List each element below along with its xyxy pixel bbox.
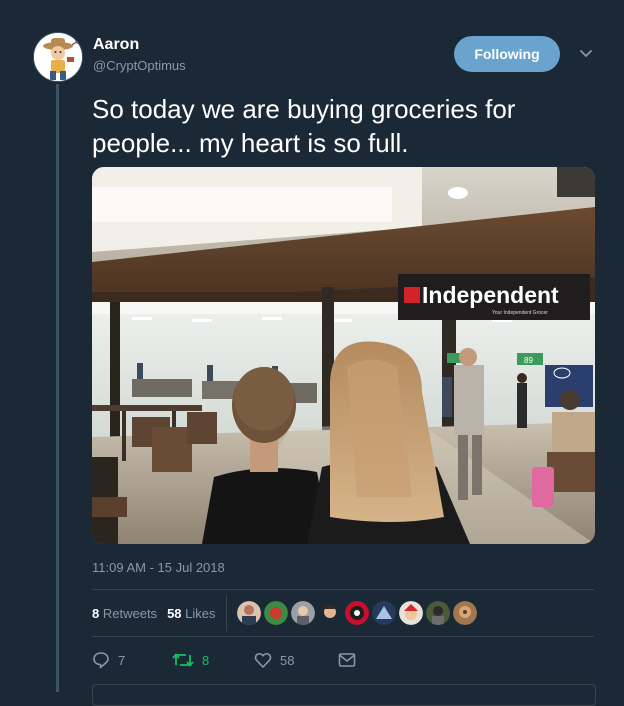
grocery-store-photo: 89 Independent Your Independent Grocer bbox=[92, 167, 595, 544]
tweet-actions: 7 8 58 bbox=[92, 648, 356, 672]
avatar[interactable] bbox=[33, 32, 83, 82]
retweets-count: 8 bbox=[92, 605, 100, 621]
thread-line bbox=[56, 84, 59, 692]
author-name[interactable]: Aaron bbox=[93, 36, 139, 54]
liker-avatar-5[interactable] bbox=[344, 601, 369, 625]
lane-sign-text: 89 bbox=[524, 356, 533, 365]
liker-avatar-2[interactable] bbox=[263, 601, 288, 625]
retweet-count: 8 bbox=[202, 652, 210, 668]
engagement-stats: 8 Retweets 58 Likes bbox=[92, 590, 594, 636]
heart-icon bbox=[254, 652, 272, 668]
retweet-icon bbox=[172, 653, 194, 667]
liker-avatars bbox=[236, 601, 480, 625]
author-handle[interactable]: @CryptOptimus bbox=[93, 58, 186, 73]
reply-count: 7 bbox=[118, 652, 126, 668]
direct-message-action[interactable] bbox=[338, 652, 356, 668]
retweets-stat[interactable]: 8 Retweets bbox=[92, 606, 157, 621]
liker-avatar-9[interactable] bbox=[452, 601, 477, 625]
avatar-cowboy-icon bbox=[34, 33, 82, 81]
liker-avatar-1[interactable] bbox=[236, 601, 261, 625]
reply-input-box[interactable] bbox=[92, 684, 596, 706]
tweet-text: So today we are buying groceries for peo… bbox=[92, 94, 516, 158]
retweets-label: Retweets bbox=[102, 605, 158, 621]
tweet-photo[interactable]: 89 Independent Your Independent Grocer bbox=[92, 167, 595, 544]
divider-bottom bbox=[92, 636, 594, 637]
liker-avatar-8[interactable] bbox=[425, 601, 450, 625]
store-sign-text: Independent bbox=[422, 282, 559, 308]
reply-action[interactable]: 7 bbox=[92, 651, 172, 669]
tweet-timestamp[interactable]: 11:09 AM - 15 Jul 2018 bbox=[92, 560, 225, 575]
likes-stat[interactable]: 58 Likes bbox=[167, 606, 215, 621]
reply-icon bbox=[93, 652, 109, 669]
like-action[interactable]: 58 bbox=[254, 651, 338, 669]
envelope-icon bbox=[338, 653, 356, 667]
like-count: 58 bbox=[280, 652, 295, 668]
liker-avatar-3[interactable] bbox=[290, 601, 315, 625]
liker-avatar-7[interactable] bbox=[398, 601, 423, 625]
retweet-action[interactable]: 8 bbox=[172, 651, 254, 669]
liker-avatar-4[interactable] bbox=[317, 601, 342, 625]
liker-avatar-6[interactable] bbox=[371, 601, 396, 625]
chevron-down-icon[interactable] bbox=[577, 45, 595, 63]
following-button[interactable]: Following bbox=[454, 36, 560, 72]
tweet-container: Aaron @CryptOptimus Following So today w… bbox=[0, 0, 624, 706]
store-tagline-text: Your Independent Grocer bbox=[492, 310, 548, 316]
likes-label: Likes bbox=[185, 605, 216, 621]
stats-separator bbox=[225, 595, 227, 631]
likes-count: 58 bbox=[167, 605, 182, 621]
